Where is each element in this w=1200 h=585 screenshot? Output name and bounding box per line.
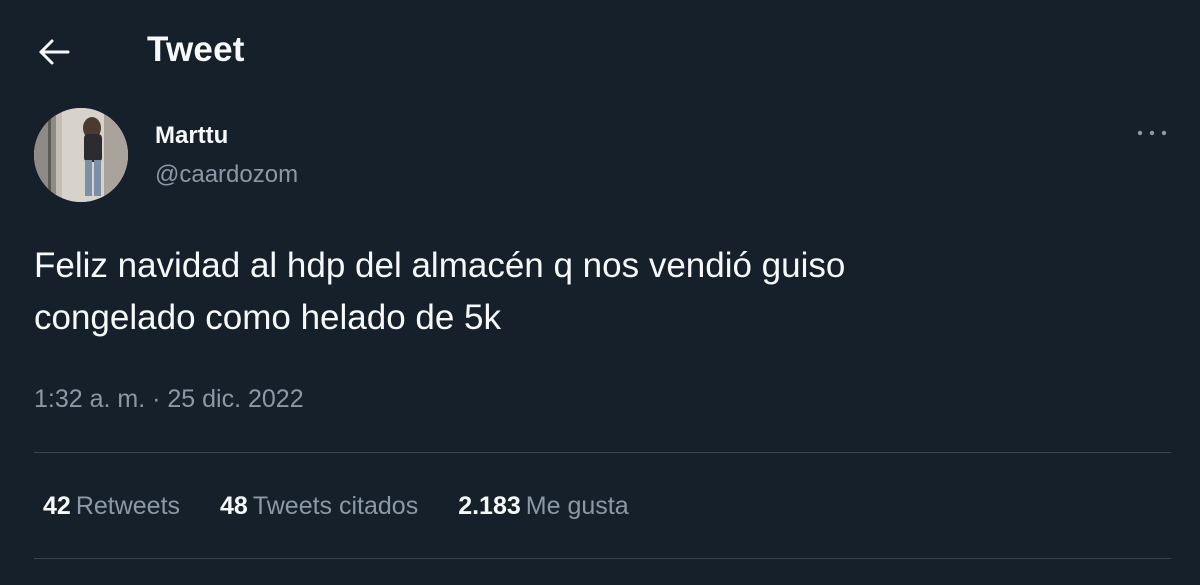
avatar[interactable] — [34, 108, 128, 202]
tweet-timestamp[interactable]: 1:32 a. m. · 25 dic. 2022 — [34, 385, 304, 414]
tweet-page: Tweet Marttu @caardozom Feliz navidad al… — [0, 0, 1200, 585]
tweet-author: Marttu @caardozom — [32, 106, 1172, 206]
divider — [34, 558, 1171, 559]
quote-tweets-stat[interactable]: 48 Tweets citados — [220, 492, 418, 521]
quote-tweets-count: 48 — [220, 492, 248, 520]
user-handle[interactable]: @caardozom — [155, 161, 298, 189]
back-button[interactable] — [30, 30, 78, 74]
page-title: Tweet — [147, 30, 245, 69]
display-name[interactable]: Marttu — [155, 122, 228, 150]
likes-count: 2.183 — [458, 492, 521, 520]
header: Tweet — [0, 0, 1200, 100]
quote-tweets-label: Tweets citados — [252, 492, 419, 520]
tweet-stats: 42 Retweets 48 Tweets citados 2.183 Me gust… — [43, 492, 669, 521]
likes-stat[interactable]: 2.183 Me gusta — [458, 492, 628, 521]
avatar-photo — [34, 108, 128, 202]
tweet-text: Feliz navidad al hdp del almacén q nos v… — [34, 246, 846, 337]
retweets-stat[interactable]: 42 Retweets — [43, 492, 180, 521]
likes-label: Me gusta — [525, 492, 629, 520]
more-options-button[interactable] — [1132, 118, 1172, 148]
divider — [34, 452, 1171, 453]
retweets-label: Retweets — [75, 492, 181, 520]
retweets-count: 42 — [43, 492, 71, 520]
more-horizontal-icon — [1137, 130, 1167, 136]
arrow-left-icon — [39, 39, 70, 65]
